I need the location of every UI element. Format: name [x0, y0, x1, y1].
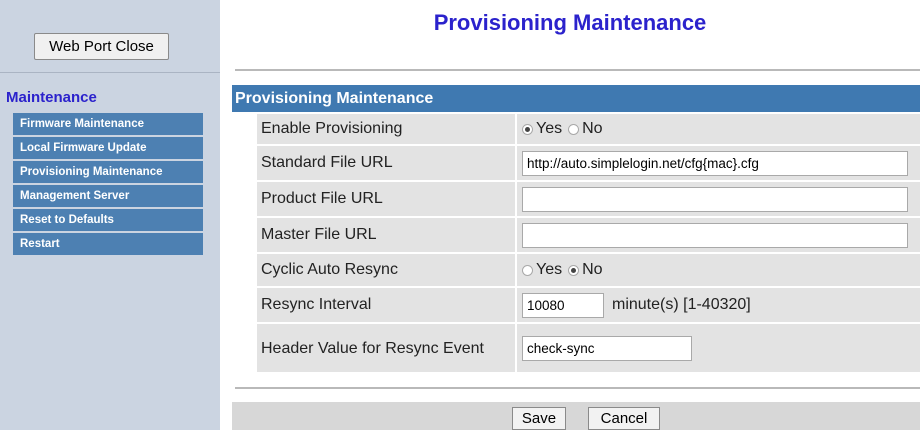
panel-header: Provisioning Maintenance: [232, 85, 920, 112]
header-value-label: Header Value for Resync Event: [257, 324, 515, 372]
sidebar-menu: Firmware Maintenance Local Firmware Upda…: [13, 113, 203, 257]
sidebar-item-reset-to-defaults[interactable]: Reset to Defaults: [13, 209, 203, 231]
provisioning-page: Web Port Close Maintenance Firmware Main…: [0, 0, 920, 430]
web-port-close-button[interactable]: Web Port Close: [34, 33, 169, 60]
enable-provisioning-yes-label: Yes: [536, 120, 563, 137]
enable-provisioning-label: Enable Provisioning: [257, 114, 515, 144]
master-file-url-input[interactable]: [522, 222, 908, 248]
sidebar-item-provisioning-maintenance[interactable]: Provisioning Maintenance: [13, 161, 203, 183]
master-file-url-label: Master File URL: [257, 218, 515, 252]
resync-interval-cell: minute(s) [1-40320]: [517, 288, 920, 322]
cyclic-auto-resync-yes-radio[interactable]: [522, 264, 533, 276]
save-button[interactable]: Save: [512, 407, 566, 430]
header-value-input[interactable]: [522, 335, 692, 361]
sidebar-item-management-server[interactable]: Management Server: [13, 185, 203, 207]
enable-provisioning-options: Yes No: [517, 114, 920, 144]
row-header-value: Header Value for Resync Event: [257, 324, 920, 372]
row-enable-provisioning: Enable Provisioning Yes No: [257, 114, 920, 144]
header-value-cell: [517, 324, 920, 372]
cyclic-auto-resync-no-radio[interactable]: [568, 264, 580, 276]
product-file-url-cell: [517, 182, 920, 216]
cyclic-auto-resync-no-label: No: [582, 261, 603, 278]
standard-file-url-input[interactable]: [522, 150, 908, 176]
row-resync-interval: Resync Interval minute(s) [1-40320]: [257, 288, 920, 322]
standard-file-url-label: Standard File URL: [257, 146, 515, 180]
master-file-url-cell: [517, 218, 920, 252]
row-master-file-url: Master File URL: [257, 218, 920, 252]
cyclic-auto-resync-yes-label: Yes: [536, 261, 563, 278]
sidebar: Web Port Close Maintenance Firmware Main…: [0, 0, 220, 430]
footer-bar: Save Cancel: [232, 402, 920, 430]
cyclic-auto-resync-label: Cyclic Auto Resync: [257, 254, 515, 286]
resync-interval-unit: minute(s) [1-40320]: [612, 296, 751, 313]
top-divider: [235, 69, 920, 71]
bottom-divider: [235, 387, 920, 389]
enable-provisioning-no-label: No: [582, 120, 603, 137]
product-file-url-input[interactable]: [522, 186, 908, 212]
resync-interval-label: Resync Interval: [257, 288, 515, 322]
row-cyclic-auto-resync: Cyclic Auto Resync Yes No: [257, 254, 920, 286]
sidebar-divider: [0, 72, 220, 73]
product-file-url-label: Product File URL: [257, 182, 515, 216]
standard-file-url-cell: [517, 146, 920, 180]
enable-provisioning-no-radio[interactable]: [568, 123, 580, 135]
provisioning-form: Enable Provisioning Yes No Standard File…: [257, 114, 920, 374]
page-title: Provisioning Maintenance: [433, 10, 707, 35]
cyclic-auto-resync-options: Yes No: [517, 254, 920, 286]
row-standard-file-url: Standard File URL: [257, 146, 920, 180]
sidebar-section-maintenance: Maintenance: [6, 89, 97, 106]
sidebar-item-restart[interactable]: Restart: [13, 233, 203, 255]
row-product-file-url: Product File URL: [257, 182, 920, 216]
sidebar-item-local-firmware-update[interactable]: Local Firmware Update: [13, 137, 203, 159]
sidebar-item-firmware-maintenance[interactable]: Firmware Maintenance: [13, 113, 203, 135]
enable-provisioning-yes-radio[interactable]: [522, 123, 533, 135]
resync-interval-input[interactable]: [522, 292, 604, 318]
cancel-button[interactable]: Cancel: [588, 407, 660, 430]
